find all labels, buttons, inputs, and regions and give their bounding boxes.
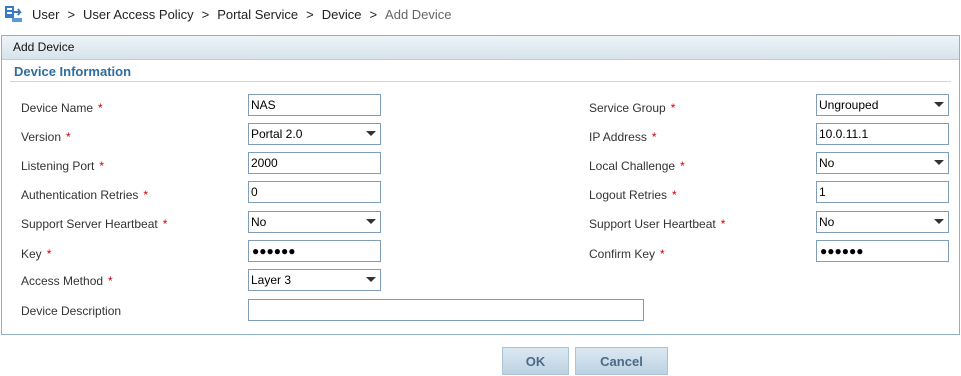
listening-port-label: Listening Port * bbox=[21, 159, 105, 173]
access-method-label: Access Method * bbox=[21, 274, 113, 288]
server-heartbeat-select[interactable]: No bbox=[248, 211, 381, 233]
chevron-down-icon bbox=[366, 277, 376, 282]
section-title: Device Information bbox=[14, 64, 132, 79]
auth-retries-input[interactable] bbox=[248, 181, 381, 203]
user-heartbeat-select[interactable]: No bbox=[816, 211, 949, 233]
device-description-label: Device Description bbox=[21, 304, 122, 318]
local-challenge-select[interactable]: No bbox=[816, 152, 949, 174]
chevron-down-icon bbox=[934, 219, 944, 224]
breadcrumb-user-access-policy[interactable]: User Access Policy bbox=[83, 7, 194, 22]
breadcrumb-separator: > bbox=[67, 6, 76, 22]
listening-port-input[interactable] bbox=[248, 152, 381, 174]
chevron-down-icon bbox=[934, 160, 944, 165]
add-device-panel: Add Device Device Information Device Nam… bbox=[1, 35, 960, 335]
device-name-label: Device Name * bbox=[21, 101, 103, 115]
key-password-field[interactable]: ●●●●●● bbox=[248, 240, 381, 262]
confirm-key-password-field[interactable]: ●●●●●● bbox=[816, 240, 949, 262]
chevron-down-icon bbox=[934, 102, 944, 107]
version-select[interactable]: Portal 2.0 bbox=[248, 123, 381, 145]
breadcrumb-portal-service[interactable]: Portal Service bbox=[217, 7, 298, 22]
server-heartbeat-label: Support Server Heartbeat * bbox=[21, 217, 168, 231]
breadcrumb-separator: > bbox=[369, 6, 378, 22]
chevron-down-icon bbox=[366, 219, 376, 224]
breadcrumb-device[interactable]: Device bbox=[322, 7, 362, 22]
service-group-select[interactable]: Ungrouped bbox=[816, 94, 949, 116]
version-label: Version * bbox=[21, 130, 71, 144]
key-label: Key * bbox=[21, 247, 52, 261]
service-group-label: Service Group * bbox=[589, 101, 676, 115]
panel-title: Add Device bbox=[2, 36, 959, 60]
ok-button[interactable]: OK bbox=[502, 347, 569, 375]
user-policy-icon bbox=[5, 6, 22, 22]
device-name-input[interactable] bbox=[248, 94, 381, 116]
logout-retries-input[interactable] bbox=[816, 181, 949, 203]
confirm-key-label: Confirm Key * bbox=[589, 247, 665, 261]
chevron-down-icon bbox=[366, 131, 376, 136]
breadcrumb: User > User Access Policy > Portal Servi… bbox=[4, 4, 452, 24]
ip-address-input[interactable] bbox=[816, 123, 949, 145]
breadcrumb-add-device: Add Device bbox=[385, 6, 452, 22]
device-description-input[interactable] bbox=[248, 299, 644, 321]
auth-retries-label: Authentication Retries * bbox=[21, 188, 149, 202]
access-method-select[interactable]: Layer 3 bbox=[248, 269, 381, 291]
logout-retries-label: Logout Retries * bbox=[589, 188, 677, 202]
breadcrumb-user[interactable]: User bbox=[32, 7, 59, 22]
local-challenge-label: Local Challenge * bbox=[589, 159, 685, 173]
section-divider bbox=[10, 81, 951, 82]
user-heartbeat-label: Support User Heartbeat * bbox=[589, 217, 726, 231]
breadcrumb-separator: > bbox=[201, 6, 210, 22]
ip-address-label: IP Address * bbox=[589, 130, 657, 144]
cancel-button[interactable]: Cancel bbox=[575, 347, 668, 375]
breadcrumb-separator: > bbox=[306, 6, 314, 22]
